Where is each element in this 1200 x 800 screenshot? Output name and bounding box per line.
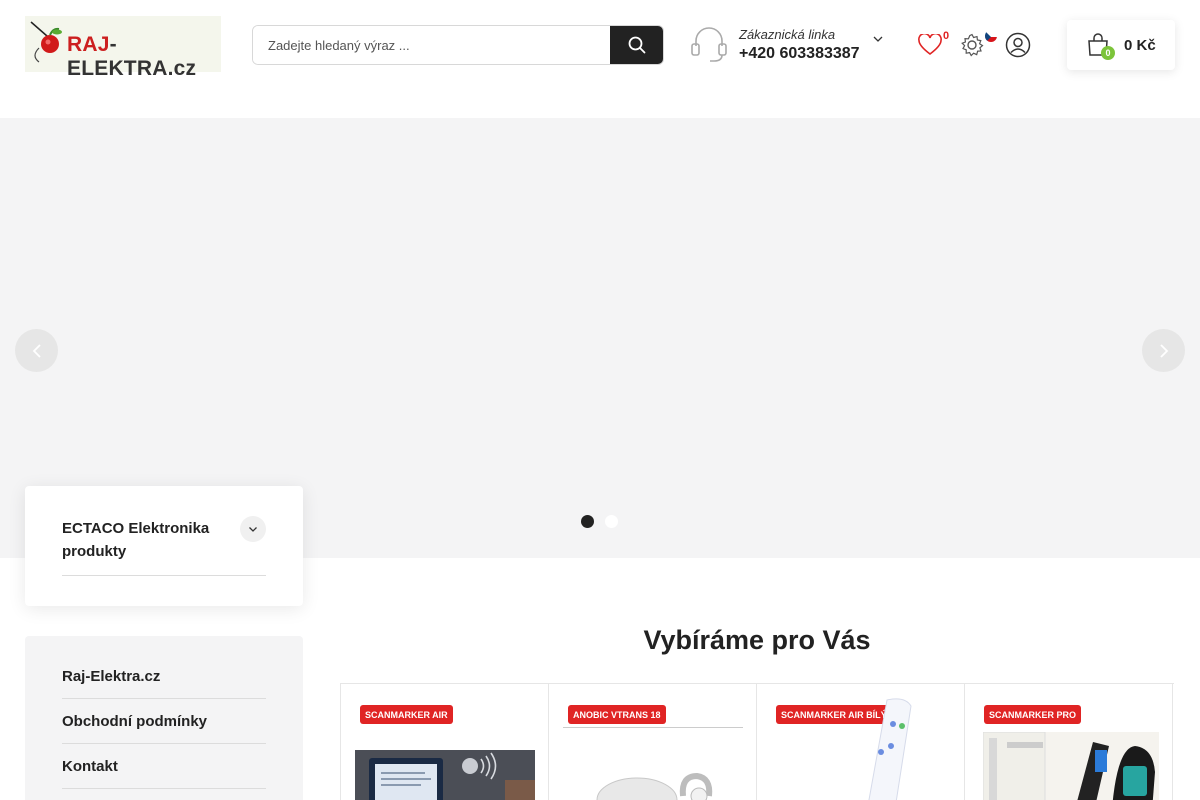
- heart-icon: [918, 34, 942, 56]
- product-image: [596, 772, 713, 800]
- product-image: [355, 750, 535, 800]
- support-phone[interactable]: +420 603383387: [739, 45, 860, 63]
- wishlist-button[interactable]: [916, 31, 944, 59]
- link-raj-elektra[interactable]: Raj-Elektra.cz: [62, 654, 266, 699]
- section-title: Vybíráme pro Vás: [643, 625, 871, 655]
- cart-button[interactable]: 0 0 Kč: [1067, 20, 1175, 70]
- cart-count-badge: 0: [1101, 46, 1115, 60]
- account-button[interactable]: [1004, 31, 1032, 59]
- product-tag: SCANMARKER AIR: [360, 705, 453, 724]
- product-card[interactable]: SCANMARKER AIR: [341, 684, 549, 800]
- search-icon: [628, 36, 645, 54]
- chevron-down-icon[interactable]: [873, 34, 883, 44]
- product-card[interactable]: ANOBIC VTRANS 18: [549, 684, 757, 800]
- logo-brand-raj: RAJ: [67, 33, 110, 56]
- site-header: RAJ-ELEKTRA.cz Zákaznická linka +420 603…: [0, 0, 1200, 118]
- gear-icon: [961, 33, 984, 57]
- category-item-ectaco[interactable]: ECTACO Elektronika produkty: [62, 517, 266, 576]
- logo-text: RAJ-ELEKTRA.cz: [67, 33, 221, 81]
- settings-button[interactable]: [958, 31, 986, 59]
- product-grid: SCANMARKER AIR ANOBIC VTRANS 18 SCANMARK…: [340, 683, 1174, 800]
- support-label: Zákaznická linka: [739, 27, 836, 42]
- product-image: [868, 698, 912, 800]
- search-button[interactable]: [610, 26, 663, 64]
- slider-prev-button[interactable]: [15, 329, 58, 372]
- cart-total: 0 Kč: [1124, 37, 1156, 54]
- category-item-label: ECTACO Elektronika produkty: [62, 520, 210, 560]
- headset-icon: [691, 27, 727, 62]
- slider-dots: [581, 515, 618, 528]
- divider: [563, 727, 743, 728]
- site-logo[interactable]: RAJ-ELEKTRA.cz: [25, 16, 221, 80]
- product-card[interactable]: SCANMARKER PRO: [965, 684, 1173, 800]
- product-tag: SCANMARKER PRO: [984, 705, 1082, 724]
- chevron-down-icon: [249, 527, 257, 532]
- wishlist-count: 0: [943, 30, 950, 42]
- product-tag: ANOBIC VTRANS 18: [568, 705, 666, 724]
- chevron-left-icon: [32, 343, 41, 358]
- link-kontakt[interactable]: Kontakt: [62, 744, 266, 789]
- search-input[interactable]: [253, 26, 613, 64]
- flag-cz-icon[interactable]: [985, 30, 997, 42]
- slider-dot-2[interactable]: [605, 515, 618, 528]
- info-links-menu: Raj-Elektra.cz Obchodní podmínky Kontakt: [25, 636, 303, 800]
- category-menu: ECTACO Elektronika produkty: [25, 486, 303, 606]
- user-icon: [1005, 32, 1031, 58]
- customer-support[interactable]: Zákaznická linka +420 603383387: [690, 24, 890, 68]
- search-bar: [252, 25, 664, 65]
- category-expand-button[interactable]: [240, 516, 266, 542]
- product-card[interactable]: SCANMARKER AIR BÍLÝ: [757, 684, 965, 800]
- chevron-right-icon: [1159, 343, 1168, 358]
- slider-dot-1[interactable]: [581, 515, 594, 528]
- slider-next-button[interactable]: [1142, 329, 1185, 372]
- link-obchodni-podminky[interactable]: Obchodní podmínky: [62, 699, 266, 744]
- product-image: [983, 732, 1159, 800]
